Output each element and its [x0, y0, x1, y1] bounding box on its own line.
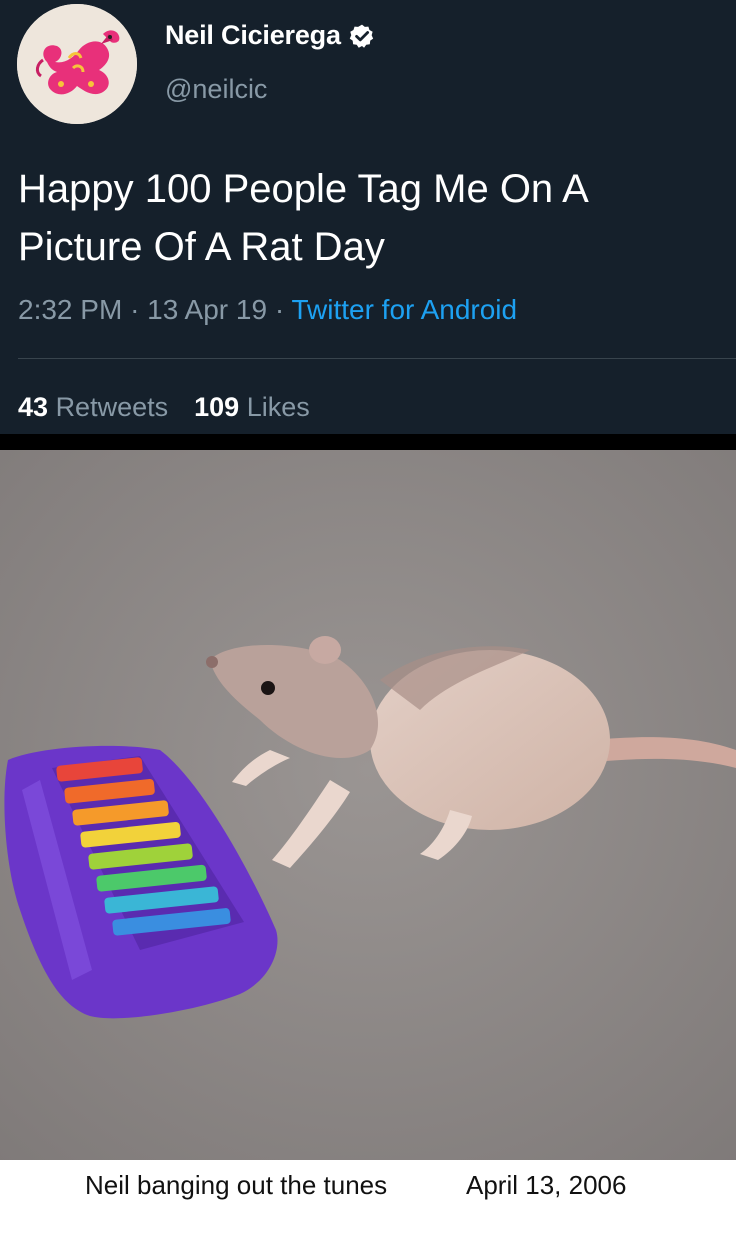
photo-caption: Neil banging out the tunes April 13, 200… [0, 1160, 736, 1234]
likes-stat[interactable]: 109 Likes [194, 392, 310, 422]
separator-bar [0, 434, 736, 450]
likes-label: Likes [246, 392, 310, 422]
divider [18, 358, 736, 359]
tweet-stats: 43 Retweets 109 Likes [18, 392, 310, 423]
retweets-count: 43 [18, 392, 49, 422]
rat-photo [0, 450, 736, 1160]
verified-badge-icon [349, 24, 373, 48]
tweet-text-line: Happy 100 People Tag Me On A [18, 167, 589, 211]
author-handle[interactable]: @neilcic [165, 74, 267, 105]
tweet-card: Neil Cicierega @neilcic Happy 100 People… [0, 0, 736, 434]
separator: · [274, 294, 285, 325]
author-name[interactable]: Neil Cicierega [165, 20, 341, 51]
caption-date: April 13, 2006 [466, 1170, 627, 1200]
likes-count: 109 [194, 392, 240, 422]
tweet-meta: 2:32 PM · 13 Apr 19 · Twitter for Androi… [18, 294, 517, 326]
tweet-source-link[interactable]: Twitter for Android [291, 294, 517, 325]
caption-text: Neil banging out the tunes [85, 1170, 388, 1200]
tweet-text-line: Picture Of A Rat Day [18, 225, 385, 269]
tweet-time[interactable]: 2:32 PM [18, 294, 122, 325]
retweets-label: Retweets [55, 392, 169, 422]
tweet-text: Happy 100 People Tag Me On A Picture Of … [18, 160, 718, 276]
avatar[interactable] [17, 4, 137, 124]
retweets-stat[interactable]: 43 Retweets [18, 392, 168, 422]
separator: · [130, 294, 140, 325]
tweet-date[interactable]: 13 Apr 19 [147, 294, 267, 325]
